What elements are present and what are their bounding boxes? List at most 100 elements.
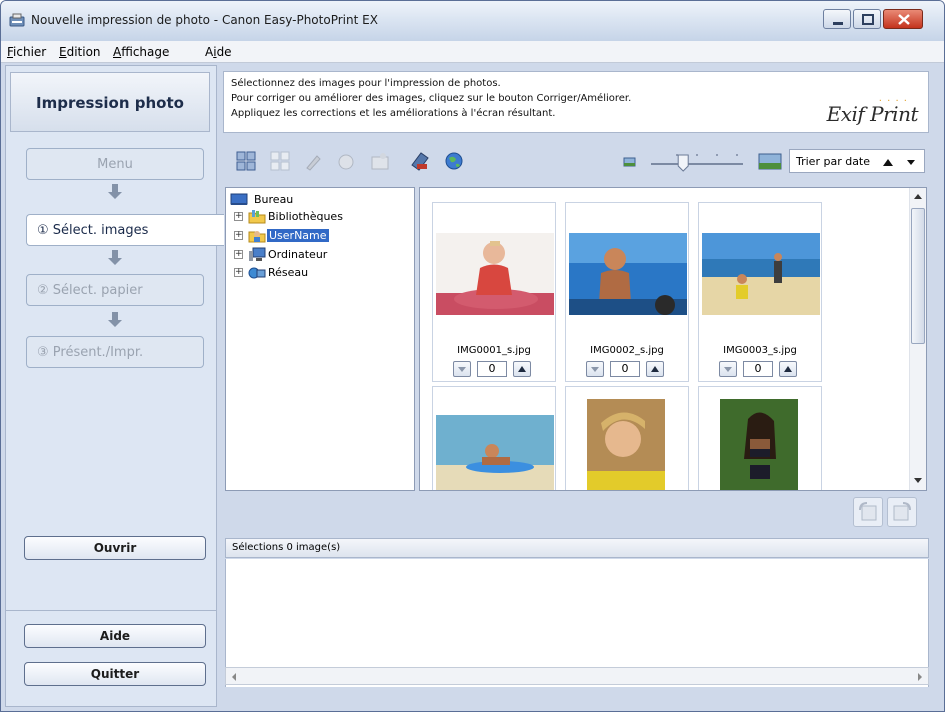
scroll-right-icon[interactable] — [916, 672, 924, 682]
expand-icon[interactable]: + — [234, 231, 243, 240]
arrow-up-icon — [518, 366, 526, 372]
thumbnail-card[interactable] — [432, 386, 556, 491]
thumbnail-filename: IMG0002_s.jpg — [590, 345, 664, 356]
minimize-icon — [833, 22, 843, 25]
scroll-down-icon[interactable] — [913, 476, 923, 484]
title-bar[interactable]: Nouvelle impression de photo - Canon Eas… — [1, 1, 944, 41]
step-select-label: ① Sélect. images — [37, 223, 149, 238]
thumbnail-filename: IMG0003_s.jpg — [723, 345, 797, 356]
scroll-up-icon[interactable] — [913, 192, 923, 200]
scroll-left-icon[interactable] — [230, 672, 238, 682]
toolbar: Trier par date — [223, 139, 929, 181]
instruction-line: Appliquez les corrections et les amélior… — [231, 108, 556, 119]
vertical-scrollbar[interactable] — [909, 188, 926, 490]
thumbnail-filename: IMG0001_s.jpg — [457, 345, 531, 356]
rotate-right-button[interactable] — [887, 497, 917, 527]
menu-affichage[interactable]: Affichage — [113, 45, 169, 59]
selection-header: Sélections 0 image(s) — [225, 538, 929, 558]
arrow-up-icon — [651, 366, 659, 372]
horizontal-scrollbar[interactable] — [225, 667, 929, 685]
photo-thumbnail[interactable] — [569, 233, 687, 315]
menu-aide[interactable]: Aide — [205, 45, 232, 59]
tree-label: Ordinateur — [268, 248, 328, 261]
zoom-slider[interactable] — [647, 151, 747, 173]
expand-icon[interactable]: + — [234, 268, 243, 277]
photo-thumbnail[interactable] — [436, 415, 554, 491]
decrement-button[interactable] — [586, 361, 604, 377]
photo-thumbnail[interactable] — [702, 233, 820, 315]
help-button[interactable]: Aide — [24, 624, 206, 648]
arrow-down-icon — [108, 184, 122, 199]
photo-thumbnail[interactable] — [436, 233, 554, 315]
photo-edit-icon[interactable] — [369, 150, 391, 172]
tree-label: UserName — [267, 229, 329, 242]
decrement-button[interactable] — [719, 361, 737, 377]
step-select-paper[interactable]: ② Sélect. papier — [26, 274, 204, 306]
sidebar-title: Impression photo — [36, 94, 184, 112]
increment-button[interactable] — [779, 361, 797, 377]
photo-thumbnail[interactable] — [587, 399, 665, 491]
app-icon — [9, 13, 25, 27]
network-icon — [248, 267, 266, 279]
scrollbar-thumb[interactable] — [911, 208, 925, 344]
computer-icon — [249, 247, 266, 261]
maximize-icon — [862, 14, 874, 25]
tree-label: Réseau — [268, 266, 309, 279]
step-layout-label: ③ Présent./Impr. — [37, 345, 144, 360]
small-thumbnail-icon[interactable] — [619, 150, 641, 172]
thumbnail-card[interactable]: IMG0002_s.jpg 0 — [565, 202, 689, 382]
close-icon — [898, 14, 910, 25]
sort-dropdown[interactable]: Trier par date — [789, 149, 925, 173]
print-count-value[interactable]: 0 — [610, 361, 640, 377]
enhance-icon[interactable] — [335, 150, 357, 172]
arrow-down-icon — [458, 367, 466, 372]
arrow-up-icon — [784, 366, 792, 372]
quit-button[interactable]: Quitter — [24, 662, 206, 686]
expand-icon[interactable]: + — [234, 250, 243, 259]
increment-button[interactable] — [513, 361, 531, 377]
thumbnail-panel: IMG0001_s.jpg 0 IMG0002_s.jpg 0 IMG0003_… — [419, 187, 927, 491]
sort-ascending-icon[interactable] — [882, 156, 894, 168]
decrement-button[interactable] — [453, 361, 471, 377]
tree-label: Bureau — [254, 193, 294, 206]
instruction-line: Pour corriger ou améliorer des images, c… — [231, 93, 632, 104]
photo-thumbnail[interactable] — [720, 399, 798, 491]
rotate-left-button[interactable] — [853, 497, 883, 527]
select-all-icon[interactable] — [235, 150, 257, 172]
expand-icon[interactable]: + — [234, 212, 243, 221]
correct-icon[interactable] — [303, 150, 325, 172]
minimize-button[interactable] — [823, 9, 851, 29]
print-count-stepper: 0 — [566, 361, 688, 379]
step-menu-button[interactable]: Menu — [26, 148, 204, 180]
sidebar: Impression photo Menu ① Sélect. images ②… — [5, 65, 224, 707]
arrow-down-icon — [591, 367, 599, 372]
large-thumbnail-icon[interactable] — [757, 150, 783, 172]
open-button[interactable]: Ouvrir — [24, 536, 206, 560]
step-paper-label: ② Sélect. papier — [37, 283, 143, 298]
sidebar-header: Impression photo — [10, 72, 210, 132]
print-count-value[interactable]: 0 — [477, 361, 507, 377]
print-count-stepper: 0 — [433, 361, 555, 379]
chevron-down-icon[interactable] — [906, 158, 916, 168]
increment-button[interactable] — [646, 361, 664, 377]
deselect-all-icon[interactable] — [269, 150, 291, 172]
window-title: Nouvelle impression de photo - Canon Eas… — [31, 13, 378, 27]
menu-edition[interactable]: Edition — [59, 45, 101, 59]
folder-tree: Bureau + Bibliothèques + UserName + Ordi… — [225, 187, 415, 491]
thumbnail-card[interactable] — [565, 386, 689, 491]
thumbnail-card[interactable]: IMG0001_s.jpg 0 — [432, 202, 556, 382]
scan-icon[interactable] — [409, 150, 431, 172]
print-count-stepper: 0 — [699, 361, 821, 379]
maximize-button[interactable] — [853, 9, 881, 29]
step-layout-print[interactable]: ③ Présent./Impr. — [26, 336, 204, 368]
close-button[interactable] — [883, 9, 923, 29]
thumbnail-card[interactable]: IMG0003_s.jpg 0 — [698, 202, 822, 382]
libraries-icon — [248, 210, 266, 224]
thumbnail-card[interactable] — [698, 386, 822, 491]
globe-icon[interactable] — [443, 150, 465, 172]
step-select-images[interactable]: ① Sélect. images — [26, 214, 224, 246]
print-count-value[interactable]: 0 — [743, 361, 773, 377]
user-folder-icon — [248, 231, 266, 243]
desktop-icon — [230, 193, 248, 205]
menu-fichier[interactable]: Fichier — [7, 45, 46, 59]
